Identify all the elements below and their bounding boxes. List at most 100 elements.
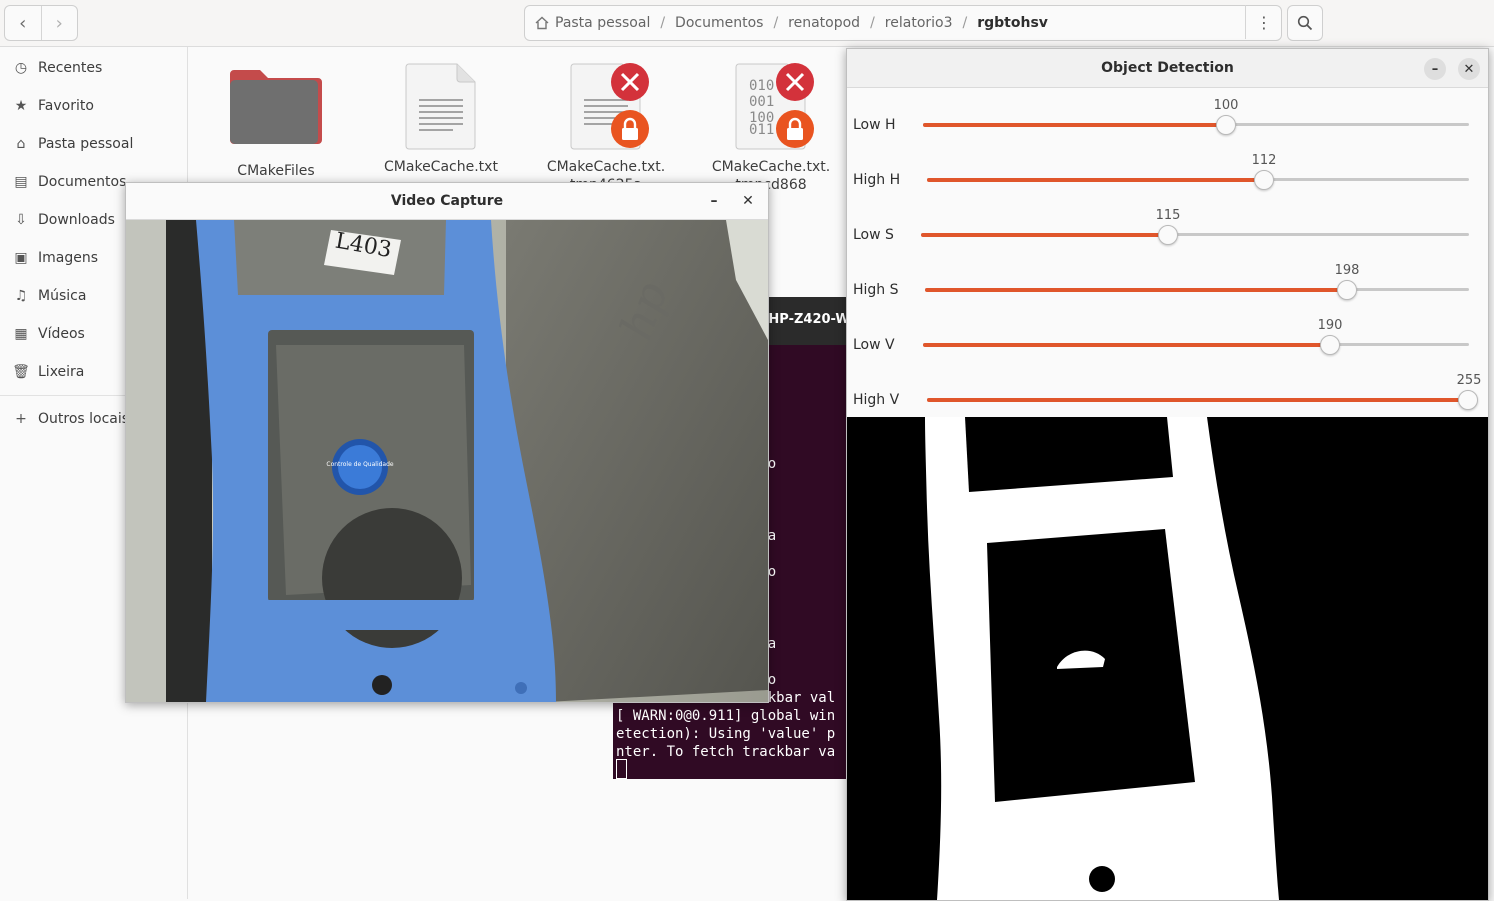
home-icon: ⌂	[16, 136, 26, 152]
object-detection-titlebar: Object Detection – ✕	[847, 49, 1488, 88]
file-name: CMakeFiles	[237, 163, 315, 179]
trackbar-high-s[interactable]: High S 198	[847, 263, 1488, 324]
sidebar-item-documentos[interactable]: ▤ Documentos	[12, 170, 126, 194]
slider-handle[interactable]	[1320, 335, 1340, 355]
trackbar-value: 255	[1456, 373, 1482, 388]
terminal-line: [ WARN:0@0.911] global win	[616, 708, 836, 724]
download-icon: ⇩	[15, 212, 27, 228]
breadcrumb-item-renatopod[interactable]: renatopod	[778, 15, 870, 31]
trackbar-low-s[interactable]: Low S 115	[847, 208, 1488, 269]
lock-icon	[611, 110, 649, 148]
breadcrumb: Pasta pessoal / Documentos / renatopod / re…	[524, 5, 1282, 41]
path-menu-button[interactable]: ⋮	[1245, 5, 1282, 39]
file-name: CMakeCache.txt	[384, 159, 498, 175]
file-item-cmakecache-tmpcd868[interactable]: 010 001 100 011 CMakeCache.txt. tmpcd868	[711, 62, 831, 193]
close-icon: ✕	[742, 193, 754, 209]
slider-handle[interactable]	[1254, 170, 1274, 190]
image-icon: ▣	[14, 250, 28, 266]
trackbar-low-h[interactable]: Low H 100	[847, 98, 1488, 159]
svg-text:010: 010	[749, 78, 774, 94]
video-capture-window[interactable]: Video Capture – ✕ Controle de Qualidade	[125, 182, 769, 703]
svg-text:011: 011	[749, 122, 774, 138]
error-icon	[776, 63, 814, 101]
sidebar-item-label: Pasta pessoal	[38, 136, 134, 152]
back-button[interactable]: ‹	[5, 6, 41, 40]
sidebar-item-label: Recentes	[38, 60, 103, 76]
file-item-cmakefiles[interactable]: CMakeFiles	[216, 66, 336, 179]
slider-handle[interactable]	[1458, 390, 1478, 410]
sidebar-item-pasta-pessoal[interactable]: ⌂ Pasta pessoal	[12, 132, 134, 156]
terminal-line: etection): Using 'value' p	[616, 726, 836, 742]
error-icon	[611, 63, 649, 101]
file-item-cmakecache-tmp4625a[interactable]: CMakeCache.txt. tmp4625a	[546, 62, 666, 193]
search-icon	[1297, 15, 1313, 31]
sidebar-item-videos[interactable]: ▦ Vídeos	[12, 322, 85, 346]
window-title: Object Detection	[1101, 60, 1234, 76]
sidebar-item-lixeira[interactable]: 🗑 Lixeira	[12, 360, 84, 384]
video-capture-titlebar: Video Capture – ✕	[126, 183, 768, 220]
vertical-dots-icon: ⋮	[1256, 12, 1272, 32]
document-icon: ▤	[14, 174, 28, 190]
trackbar-value: 190	[1317, 318, 1343, 333]
file-item-cmakecache[interactable]: CMakeCache.txt	[381, 62, 501, 175]
trackbar-low-v[interactable]: Low V 190	[847, 318, 1488, 379]
close-button[interactable]: ✕	[738, 191, 758, 211]
forward-button[interactable]: ›	[40, 6, 78, 40]
terminal-line: nter. To fetch trackbar va	[616, 744, 836, 760]
trackbar-label: High V	[853, 392, 900, 408]
minimize-icon: –	[710, 193, 718, 209]
mask-image	[925, 417, 1279, 900]
navigation-buttons: ‹ ›	[4, 5, 78, 41]
sidebar-item-label: Música	[38, 288, 87, 304]
svg-text:001: 001	[749, 94, 774, 110]
sidebar-item-label: Favorito	[38, 98, 94, 114]
trackbar-label: Low S	[853, 227, 894, 243]
slider-handle[interactable]	[1158, 225, 1178, 245]
minimize-icon: –	[1431, 61, 1439, 77]
trackbar-label: Low H	[853, 117, 896, 133]
file-manager-header: ‹ › Pasta pessoal / Documentos / renatopod…	[0, 0, 1494, 47]
sidebar-item-label: Imagens	[38, 250, 99, 266]
chevron-right-icon: ›	[55, 12, 63, 34]
binary-mask-view	[847, 417, 1488, 900]
trackbar-value: 100	[1213, 98, 1239, 113]
text-file-icon	[570, 63, 649, 150]
sidebar-item-outros-locais[interactable]: + Outros locais	[12, 407, 129, 431]
close-button[interactable]: ✕	[1458, 58, 1480, 80]
terminal-cursor	[616, 759, 627, 779]
sidebar-item-label: Documentos	[38, 174, 127, 190]
sidebar-item-musica[interactable]: ♫ Música	[12, 284, 87, 308]
camera-feed: Controle de Qualidade L403 hp	[126, 220, 768, 702]
breadcrumb-item-home[interactable]: Pasta pessoal	[545, 15, 660, 31]
folder-icon	[230, 70, 322, 144]
sidebar-item-downloads[interactable]: ⇩ Downloads	[12, 208, 115, 232]
breadcrumb-item-documentos[interactable]: Documentos	[665, 15, 773, 31]
slider-handle[interactable]	[1337, 280, 1357, 300]
trash-icon: 🗑	[12, 364, 30, 380]
chevron-left-icon: ‹	[19, 12, 27, 34]
sidebar-item-label: Lixeira	[38, 364, 85, 380]
minimize-button[interactable]: –	[704, 191, 724, 211]
music-icon: ♫	[14, 288, 28, 304]
sidebar-item-label: Vídeos	[38, 326, 85, 342]
sidebar-item-favorito[interactable]: ★ Favorito	[12, 94, 94, 118]
star-icon: ★	[14, 98, 28, 114]
lock-icon	[776, 110, 814, 148]
trackbar-label: Low V	[853, 337, 895, 353]
sidebar-item-label: Outros locais	[38, 411, 130, 427]
search-button[interactable]	[1287, 5, 1323, 41]
trackbar-value: 115	[1155, 208, 1181, 223]
sidebar-item-recentes[interactable]: ◷ Recentes	[12, 56, 102, 80]
sidebar-item-imagens[interactable]: ▣ Imagens	[12, 246, 98, 270]
camera-image: Controle de Qualidade L403 hp	[126, 220, 768, 702]
breadcrumb-item-rgbtohsv[interactable]: rgbtohsv	[967, 15, 1058, 31]
object-detection-window[interactable]: Object Detection – ✕ Low H 100 High H 11…	[846, 48, 1489, 901]
quality-badge-text: Controle de Qualidade	[326, 461, 394, 468]
clock-icon: ◷	[14, 60, 28, 76]
trackbar-value: 112	[1251, 153, 1277, 168]
text-file-icon	[405, 63, 476, 150]
slider-handle[interactable]	[1216, 115, 1236, 135]
breadcrumb-item-relatorio3[interactable]: relatorio3	[875, 15, 963, 31]
minimize-button[interactable]: –	[1424, 58, 1446, 80]
trackbar-high-h[interactable]: High H 112	[847, 153, 1488, 214]
